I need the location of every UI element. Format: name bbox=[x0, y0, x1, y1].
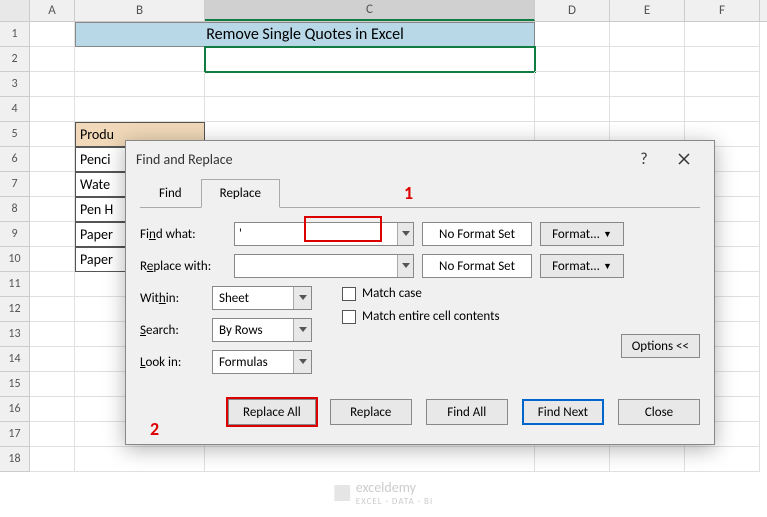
col-header-d[interactable]: D bbox=[535, 0, 610, 21]
col-header-a[interactable]: A bbox=[30, 0, 75, 21]
chevron-down-icon: ▼ bbox=[603, 261, 612, 272]
cell[interactable] bbox=[30, 22, 75, 47]
search-label: Search: bbox=[140, 323, 204, 338]
row-header[interactable]: 2 bbox=[0, 47, 30, 72]
chevron-down-icon: ▼ bbox=[603, 229, 612, 240]
cell[interactable] bbox=[535, 22, 610, 47]
row-header[interactable]: 9 bbox=[0, 222, 30, 247]
replace-with-input[interactable] bbox=[234, 254, 414, 278]
cell[interactable] bbox=[685, 22, 760, 47]
close-icon[interactable] bbox=[664, 143, 704, 175]
chevron-down-icon[interactable] bbox=[293, 287, 311, 309]
lookin-select[interactable]: Formulas bbox=[212, 350, 312, 374]
row-header[interactable]: 11 bbox=[0, 272, 30, 297]
row-header[interactable]: 15 bbox=[0, 372, 30, 397]
find-next-button[interactable]: Find Next bbox=[522, 399, 604, 425]
col-header-f[interactable]: F bbox=[685, 0, 760, 21]
dialog-buttons: Replace All Replace Find All Find Next C… bbox=[140, 399, 700, 425]
replace-all-button[interactable]: Replace All bbox=[228, 399, 316, 425]
watermark: exceldemyEXCEL · DATA · BI bbox=[334, 479, 433, 507]
col-header-c[interactable]: C bbox=[205, 0, 535, 21]
annotation-marker: 1 bbox=[404, 182, 413, 204]
close-button[interactable]: Close bbox=[618, 399, 700, 425]
row-header[interactable]: 4 bbox=[0, 97, 30, 122]
options-button[interactable]: Options << bbox=[621, 334, 700, 358]
format-button-find[interactable]: Format...▼ bbox=[540, 222, 624, 246]
format-button-replace[interactable]: Format...▼ bbox=[540, 254, 624, 278]
dialog-title: Find and Replace bbox=[136, 151, 624, 168]
row-header[interactable]: 10 bbox=[0, 247, 30, 272]
dialog-body: Find what: No Format Set Format...▼ Repl… bbox=[140, 207, 700, 390]
match-case-checkbox[interactable]: Match case bbox=[342, 286, 500, 301]
row-header[interactable]: 6 bbox=[0, 147, 30, 172]
row-header[interactable]: 17 bbox=[0, 422, 30, 447]
within-select[interactable]: Sheet bbox=[212, 286, 312, 310]
row-header[interactable]: 14 bbox=[0, 347, 30, 372]
row-header[interactable]: 8 bbox=[0, 197, 30, 222]
selected-cell[interactable] bbox=[205, 47, 535, 72]
annotation-marker: 2 bbox=[150, 418, 159, 440]
dialog-titlebar[interactable]: Find and Replace ? bbox=[126, 141, 714, 177]
chevron-down-icon[interactable] bbox=[293, 351, 311, 373]
chevron-down-icon[interactable] bbox=[397, 223, 413, 245]
find-replace-dialog: Find and Replace ? Find Replace Find wha… bbox=[125, 140, 715, 445]
chevron-down-icon[interactable] bbox=[293, 319, 311, 341]
row-header[interactable]: 12 bbox=[0, 297, 30, 322]
row-header[interactable]: 13 bbox=[0, 322, 30, 347]
find-all-button[interactable]: Find All bbox=[426, 399, 508, 425]
match-contents-checkbox[interactable]: Match entire cell contents bbox=[342, 309, 500, 324]
dialog-tabs: Find Replace bbox=[140, 179, 714, 208]
row-header[interactable]: 18 bbox=[0, 447, 30, 472]
help-button[interactable]: ? bbox=[624, 143, 664, 175]
cell[interactable] bbox=[610, 22, 685, 47]
col-header-e[interactable]: E bbox=[610, 0, 685, 21]
title-cell[interactable]: Remove Single Quotes in Excel bbox=[75, 22, 535, 47]
row-header[interactable]: 16 bbox=[0, 397, 30, 422]
tab-find[interactable]: Find bbox=[140, 179, 201, 208]
annotation-box bbox=[304, 216, 382, 242]
row-header[interactable]: 7 bbox=[0, 172, 30, 197]
find-what-label: Find what: bbox=[140, 227, 226, 242]
format-preview-replace: No Format Set bbox=[422, 254, 532, 278]
row-header[interactable]: 5 bbox=[0, 122, 30, 147]
col-header-b[interactable]: B bbox=[75, 0, 205, 21]
select-all-corner[interactable] bbox=[0, 0, 30, 21]
column-headers: A B C D E F bbox=[0, 0, 767, 22]
logo-icon bbox=[334, 485, 350, 501]
replace-with-label: Replace with: bbox=[140, 259, 226, 274]
search-select[interactable]: By Rows bbox=[212, 318, 312, 342]
chevron-down-icon[interactable] bbox=[397, 255, 413, 277]
row-header[interactable]: 3 bbox=[0, 72, 30, 97]
within-label: Within: bbox=[140, 291, 204, 306]
tab-replace[interactable]: Replace bbox=[201, 179, 280, 208]
row-header[interactable]: 1 bbox=[0, 22, 30, 47]
lookin-label: Look in: bbox=[140, 355, 204, 370]
format-preview-find: No Format Set bbox=[422, 222, 532, 246]
replace-button[interactable]: Replace bbox=[330, 399, 412, 425]
